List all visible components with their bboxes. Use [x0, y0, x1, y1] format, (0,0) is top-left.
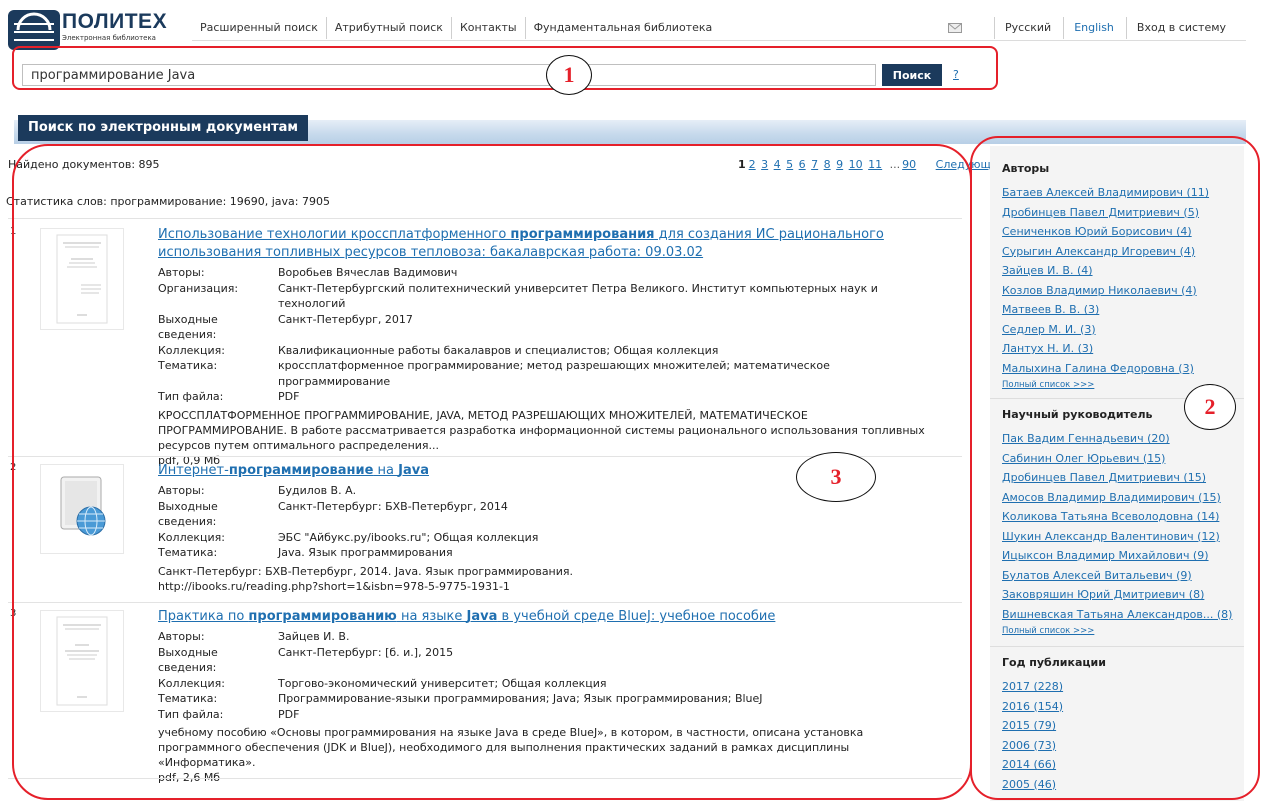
nav-attribute-search[interactable]: Атрибутный поиск: [327, 17, 452, 39]
annotation-label-2: 2: [1184, 384, 1236, 430]
search-button[interactable]: Поиск: [882, 64, 942, 86]
nav-advanced-search[interactable]: Расширенный поиск: [192, 17, 327, 39]
logo-subtitle: Электронная библиотека: [62, 34, 156, 42]
lang-nav: Русский English Вход в систему: [994, 17, 1232, 39]
mail-icon[interactable]: [948, 22, 962, 34]
section-title: Поиск по электронным документам: [18, 115, 309, 141]
login-link[interactable]: Вход в систему: [1125, 17, 1232, 39]
logo-title: ПОЛИТЕХ: [62, 10, 168, 33]
nav-fundamental-library[interactable]: Фундаментальная библиотека: [526, 17, 721, 39]
annotation-label-1: 1: [546, 55, 592, 95]
search-input[interactable]: [22, 64, 876, 86]
lang-english[interactable]: English: [1063, 17, 1126, 39]
top-nav: Расширенный поиск Атрибутный поиск Конта…: [192, 17, 720, 39]
annotation-label-3: 3: [796, 452, 876, 502]
search-help-link[interactable]: ?: [953, 68, 959, 81]
logo-mark-icon: [8, 10, 60, 50]
nav-contacts[interactable]: Контакты: [452, 17, 526, 39]
lang-russian[interactable]: Русский: [994, 17, 1063, 39]
header-divider: [192, 40, 1246, 41]
annotation-box-2: [970, 136, 1260, 800]
